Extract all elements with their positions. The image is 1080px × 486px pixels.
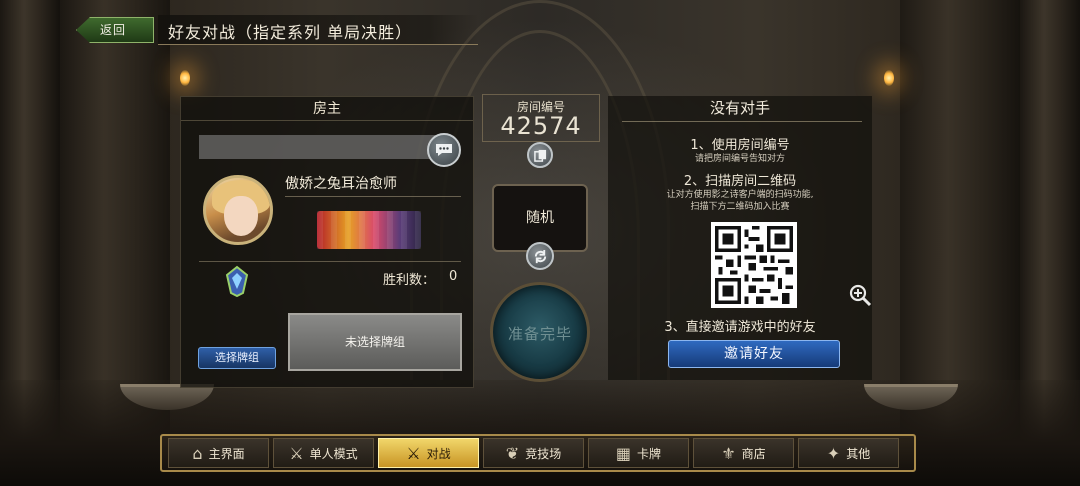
- ready-button[interactable]: 准备完毕: [490, 282, 590, 382]
- back-button[interactable]: 返回: [76, 17, 154, 43]
- refresh-button[interactable]: [526, 242, 554, 270]
- step1-desc: 请把房间编号告知对方: [694, 154, 785, 164]
- nav-label: 其他: [846, 446, 871, 461]
- wins-label: 胜利数：: [383, 273, 436, 288]
- player-name: 傲娇之兔耳治愈师: [285, 176, 397, 192]
- name-divider: [285, 196, 461, 197]
- sword-icon: ⚔: [289, 443, 304, 463]
- stats-divider: [199, 261, 461, 262]
- nav-battle[interactable]: ⚔ 对战: [378, 438, 479, 468]
- back-label: 返回: [100, 23, 127, 37]
- opponent-divider: [622, 121, 862, 122]
- lamp-left: [180, 70, 190, 86]
- lamp-right: [884, 70, 894, 86]
- nav-label: 对战: [426, 446, 451, 461]
- nav-shop[interactable]: ⚜ 商店: [693, 438, 794, 468]
- nav-other[interactable]: ✦ 其他: [798, 438, 899, 468]
- nav-label: 卡牌: [637, 446, 662, 461]
- avatar-face: [224, 196, 258, 236]
- invite-friend-button[interactable]: 邀请好友: [668, 340, 840, 368]
- rank-emblem-icon: [225, 265, 249, 297]
- host-panel-title: 房主: [181, 97, 473, 121]
- laurel-icon: ❦: [505, 443, 520, 463]
- home-icon: ⌂: [192, 443, 203, 463]
- chat-bubble-icon: [436, 144, 452, 156]
- crossed-swords-icon: ⚔: [406, 443, 421, 463]
- page-title: 好友对战（指定系列 单局决胜）: [168, 23, 413, 42]
- refresh-icon: [534, 249, 546, 263]
- no-opponent-title: 没有对手: [709, 99, 770, 117]
- chat-button[interactable]: [427, 133, 461, 167]
- opponent-panel: 没有对手 1、使用房间编号 请把房间编号告知对方 2、扫描房间二维码 让对方使用…: [608, 96, 872, 380]
- host-banner-field: [199, 135, 439, 159]
- nav-cards[interactable]: ▦ 卡牌: [588, 438, 689, 468]
- shop-icon: ⚜: [721, 443, 736, 463]
- nav-label: 主界面: [208, 446, 245, 461]
- bottom-nav: ⌂ 主界面 ⚔ 单人模式 ⚔ 对战 ❦ 竞技场 ▦ 卡牌 ⚜ 商店 ✦ 其他: [160, 434, 916, 472]
- nav-single-player[interactable]: ⚔ 单人模式: [273, 438, 374, 468]
- wins-value: 0: [449, 269, 458, 284]
- select-deck-button[interactable]: 选择牌组: [198, 347, 276, 369]
- avatar[interactable]: [203, 175, 273, 245]
- copy-room-number-button[interactable]: [527, 142, 553, 168]
- cards-icon: ▦: [615, 443, 632, 463]
- nav-label: 竞技场: [525, 446, 562, 461]
- page-title-bar: 好友对战（指定系列 单局决胜）: [158, 15, 478, 45]
- step2-desc-2: 扫描下方二维码加入比赛: [690, 202, 790, 212]
- nav-label: 单人模式: [309, 446, 358, 461]
- featured-cards-image: [317, 211, 421, 249]
- step3-title: 3、直接邀请游戏中的好友: [664, 320, 816, 335]
- deck-slot[interactable]: 未选择牌组: [288, 313, 462, 371]
- nav-arena[interactable]: ❦ 竞技场: [483, 438, 584, 468]
- nav-label: 商店: [741, 446, 766, 461]
- copy-icon: [533, 149, 546, 162]
- zoom-qr-button[interactable]: [848, 283, 872, 307]
- ready-label: 准备完毕: [507, 325, 572, 343]
- room-number: 42574: [500, 112, 582, 140]
- more-icon: ✦: [826, 443, 841, 463]
- nav-home[interactable]: ⌂ 主界面: [168, 438, 269, 468]
- qr-code-icon: [715, 226, 793, 304]
- room-qr-code: [711, 222, 797, 308]
